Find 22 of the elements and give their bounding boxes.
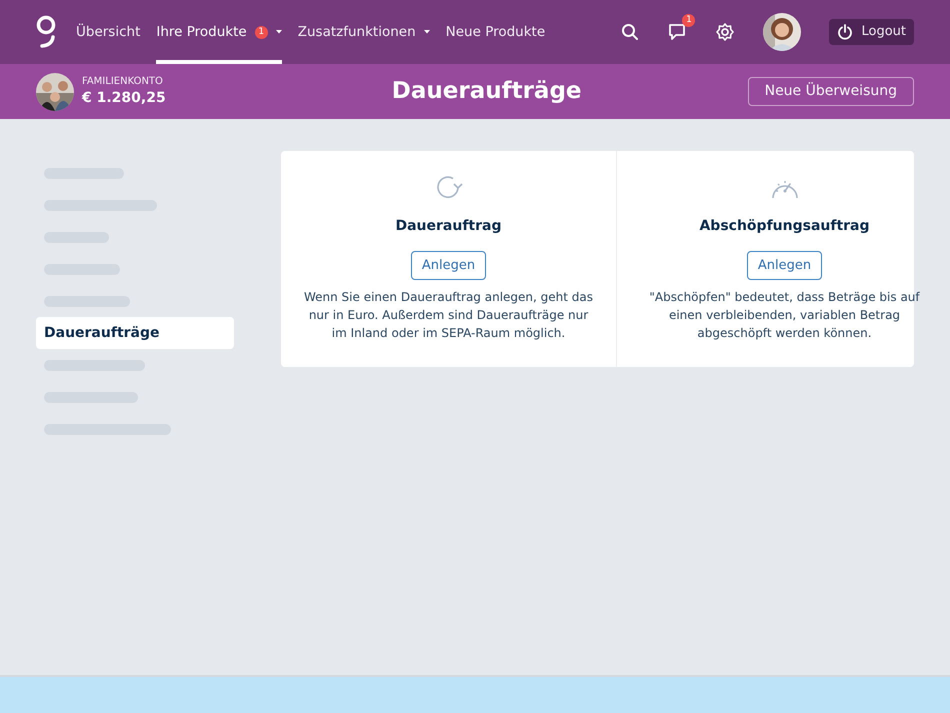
- card-description: "Abschöpfen" bedeutet, dass Beträge bis auf einen verbleibenden, variablen Betrag abgeschöpft werden können.: [648, 289, 921, 342]
- nav-tab[interactable]: Zusatzfunktionen: [298, 0, 430, 64]
- chat-icon[interactable]: [667, 22, 688, 42]
- create-button[interactable]: Anlegen: [410, 251, 486, 280]
- card-title: Abschöpfungsauftrag: [699, 217, 870, 236]
- page-title: Daueraufträge: [390, 77, 582, 106]
- nav-tab[interactable]: Neue Produkte: [446, 0, 546, 64]
- create-button[interactable]: Anlegen: [746, 251, 822, 280]
- search-icon[interactable]: [621, 23, 640, 41]
- nav-tab[interactable]: Übersicht: [76, 0, 140, 64]
- card-title: Dauerauftrag: [395, 217, 502, 236]
- logo-icon[interactable]: [36, 15, 56, 49]
- notification-badge: 1: [682, 14, 696, 27]
- new-transfer-button[interactable]: Neue Überweisung: [748, 77, 914, 106]
- account-balance: € 1.280,25: [82, 88, 166, 108]
- logout-button[interactable]: Logout: [829, 19, 914, 45]
- card-description: Wenn Sie einen Dauerauftrag anlegen, geht das nur in Euro. Außerdem sind Daueraufträge nur im Inland oder im SEPA-Raum möglich.: [302, 289, 594, 342]
- sidebar-item[interactable]: Daueraufträge: [36, 317, 234, 349]
- settings-icon[interactable]: [715, 22, 736, 42]
- power-icon: [837, 24, 854, 40]
- account-type: FAMILIENKONTO: [82, 76, 164, 88]
- count-badge: 1: [254, 26, 268, 38]
